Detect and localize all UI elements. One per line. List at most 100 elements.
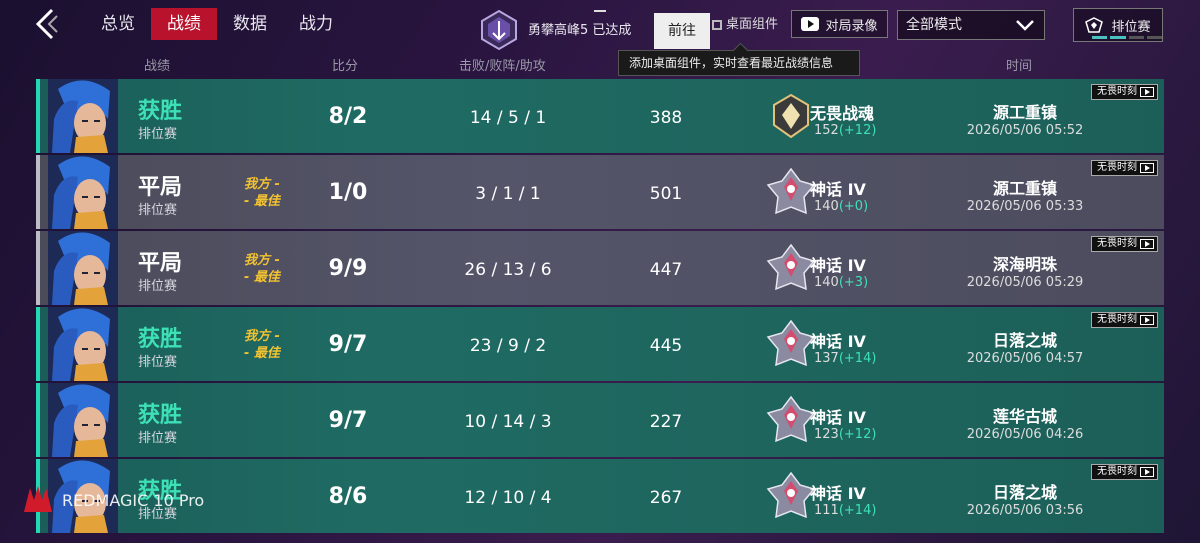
match-list: 获胜 排位赛 8/2 14 / 5 / 1 388 无畏战魂 152(+12) …	[36, 79, 1164, 535]
chevron-down-icon	[1016, 20, 1034, 31]
watermark-text: REDMAGIC 10 Pro	[62, 490, 205, 510]
header-record: 战绩	[144, 59, 171, 74]
match-kda: 14 / 5 / 1	[469, 108, 547, 128]
match-result: 获胜	[138, 327, 183, 352]
highlight-tag[interactable]: 无畏时刻	[1091, 84, 1158, 100]
mythic-rank-icon	[766, 319, 816, 367]
mvp-badge: 我方 -- 最佳	[244, 329, 280, 361]
match-row[interactable]: 获胜 排位赛 8/2 14 / 5 / 1 388 无畏战魂 152(+12) …	[36, 79, 1164, 153]
main-tabs: 总览 战绩 数据 战力	[85, 8, 349, 40]
highlight-tag-label: 无畏时刻	[1097, 86, 1137, 97]
match-points: 445	[649, 336, 683, 356]
match-result: 获胜	[138, 403, 183, 428]
match-kda: 23 / 9 / 2	[469, 336, 547, 356]
match-datetime: 2026/05/06 05:33	[966, 199, 1084, 214]
highlight-tag[interactable]: 无畏时刻	[1091, 236, 1158, 252]
highlight-tag[interactable]: 无畏时刻	[1091, 160, 1158, 176]
map-name: 日落之城	[992, 331, 1057, 350]
replay-label: 对局录像	[825, 18, 878, 34]
hero-avatar	[48, 79, 118, 153]
tab-overview[interactable]: 总览	[85, 8, 151, 40]
rank-delta: (+3)	[838, 275, 869, 290]
rank-name: 神话 IV	[810, 484, 866, 503]
map-name: 源工重镇	[992, 103, 1057, 122]
hero-avatar	[48, 383, 118, 457]
goto-button[interactable]: 前往	[654, 13, 710, 49]
mythic-rank-icon	[766, 243, 816, 291]
hero-avatar	[48, 231, 118, 305]
back-button[interactable]	[30, 6, 66, 42]
match-kda: 12 / 10 / 4	[464, 488, 552, 508]
match-datetime: 2026/05/06 04:57	[966, 351, 1084, 366]
match-row[interactable]: 获胜 排位赛 9/7 10 / 14 / 3 227 神话 IV 123(+12…	[36, 383, 1164, 457]
match-datetime: 2026/05/06 03:56	[966, 503, 1084, 518]
rank-delta: (+0)	[838, 199, 869, 214]
match-points: 447	[649, 260, 683, 280]
match-kda: 3 / 1 / 1	[475, 184, 541, 204]
replay-icon	[1140, 163, 1154, 173]
match-datetime: 2026/05/06 05:29	[966, 275, 1084, 290]
rank-delta: (+14)	[838, 503, 877, 518]
mythic-rank-icon	[766, 471, 816, 519]
match-mode: 排位赛	[138, 127, 178, 142]
highlight-tag-label: 无畏时刻	[1097, 162, 1137, 173]
match-datetime: 2026/05/06 04:26	[966, 427, 1084, 442]
hero-avatar	[48, 155, 118, 229]
match-score: 9/7	[328, 408, 368, 433]
replay-icon	[1140, 87, 1154, 97]
highlight-tag-label: 无畏时刻	[1097, 238, 1137, 249]
highlight-tag[interactable]: 无畏时刻	[1091, 312, 1158, 328]
rank-delta: (+12)	[838, 123, 877, 138]
rank-progress-bar	[1092, 36, 1162, 39]
tab-data[interactable]: 数据	[217, 8, 283, 40]
match-mode: 排位赛	[138, 355, 178, 370]
match-score: 9/7	[328, 332, 368, 357]
replay-icon	[1140, 239, 1154, 249]
match-score: 8/2	[328, 104, 368, 129]
video-play-icon	[801, 17, 820, 31]
rank-points: 140(+3)	[814, 275, 869, 290]
mythic-rank-icon	[766, 167, 816, 215]
back-arrow-icon	[35, 8, 58, 40]
highlight-tag[interactable]: 无畏时刻	[1091, 464, 1158, 480]
map-name: 日落之城	[992, 483, 1057, 502]
replay-button[interactable]: 对局录像	[791, 10, 888, 38]
header-kda: 击败/败阵/助攻	[459, 59, 546, 74]
match-kda: 10 / 14 / 3	[464, 412, 552, 432]
rank-points: 111(+14)	[814, 503, 877, 518]
tab-records[interactable]: 战绩	[151, 8, 217, 40]
rank-name: 神话 IV	[810, 408, 866, 427]
hero-avatar	[48, 307, 118, 381]
map-name: 深海明珠	[992, 255, 1057, 274]
match-points: 267	[649, 488, 683, 508]
table-header: 战绩 比分 击败/败阵/助攻 时间	[0, 53, 1200, 75]
ranked-mode-label: 排位赛	[1111, 19, 1151, 35]
tab-power[interactable]: 战力	[283, 8, 349, 40]
collapse-dash[interactable]	[594, 10, 606, 12]
match-score: 9/9	[328, 256, 368, 281]
match-result: 平局	[138, 251, 183, 276]
match-datetime: 2026/05/06 05:52	[966, 123, 1084, 138]
highlight-tag-label: 无畏时刻	[1097, 314, 1137, 325]
match-row[interactable]: 获胜 排位赛 我方 -- 最佳 9/7 23 / 9 / 2 445 神话 IV…	[36, 307, 1164, 381]
rank-delta: (+14)	[838, 351, 877, 366]
match-row[interactable]: 获胜 排位赛 8/6 12 / 10 / 4 267 神话 IV 111(+14…	[36, 459, 1164, 533]
achievement-notice: 勇攀高峰5 已达成	[478, 8, 648, 52]
header-time: 时间	[1006, 59, 1033, 74]
match-score: 8/6	[328, 484, 368, 509]
mvp-badge: 我方 -- 最佳	[244, 253, 280, 285]
highlight-tag-label: 无畏时刻	[1097, 466, 1137, 477]
map-name: 源工重镇	[992, 179, 1057, 198]
match-row[interactable]: 平局 排位赛 我方 -- 最佳 1/0 3 / 1 / 1 501 神话 IV …	[36, 155, 1164, 229]
match-result: 获胜	[138, 99, 183, 124]
match-points: 501	[649, 184, 683, 204]
match-row[interactable]: 平局 排位赛 我方 -- 最佳 9/9 26 / 13 / 6 447 神话 I…	[36, 231, 1164, 305]
rank-name: 无畏战魂	[810, 104, 875, 123]
rank-points: 123(+12)	[814, 427, 877, 442]
widget-icon	[712, 20, 722, 30]
match-points: 388	[649, 108, 683, 128]
mode-filter-select[interactable]: 全部模式	[897, 10, 1045, 40]
rank-points: 152(+12)	[814, 123, 877, 138]
mythic-rank-icon	[766, 395, 816, 443]
desktop-widget-button[interactable]: 桌面组件	[712, 13, 778, 37]
